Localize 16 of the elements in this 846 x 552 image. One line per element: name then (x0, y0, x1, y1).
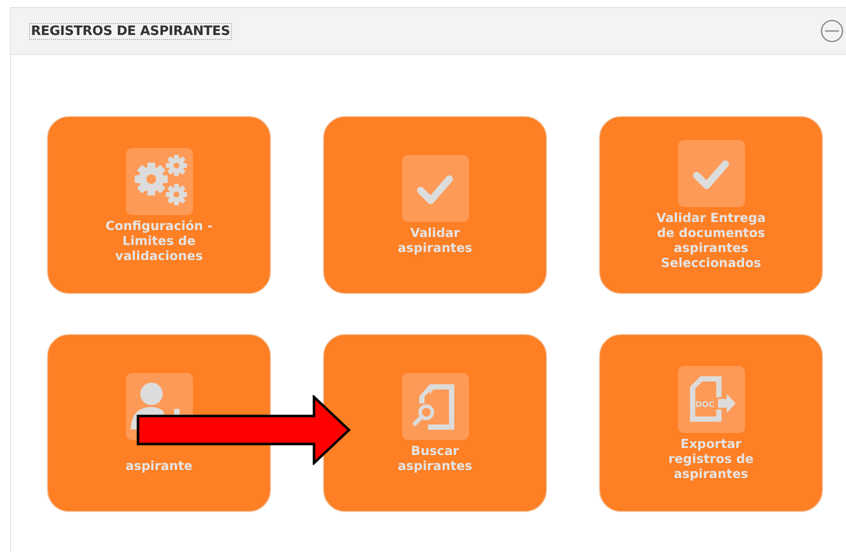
card-label: Configuración - Limites de validaciones (105, 218, 213, 262)
card-label: Buscar aspirantes (398, 443, 472, 473)
icon-label: DOC (695, 400, 714, 409)
card-label: Validar Entrega de documentos aspirantes Seleccionados (656, 210, 766, 270)
panel-title: REGISTROS DE ASPIRANTES (29, 22, 232, 40)
menu-card[interactable]: Validar aspirantes (323, 116, 547, 294)
collapse-icon[interactable] (820, 19, 844, 43)
card-label: Validar aspirantes (398, 225, 472, 255)
document-export-icon (690, 376, 736, 422)
menu-card[interactable]: Buscar aspirantes (323, 334, 547, 512)
menu-card[interactable]: aspirante (47, 334, 271, 512)
card-label: aspirante (125, 458, 193, 473)
menu-card[interactable]: Validar Entrega de documentos aspirantes Seleccionados (599, 116, 823, 294)
menu-card[interactable]: Configuración - Limites de validaciones (47, 116, 271, 294)
card-label: Exportar registros de aspirantes (668, 436, 754, 480)
menu-card[interactable]: DOC Exportar registros de aspirantes (599, 334, 823, 512)
